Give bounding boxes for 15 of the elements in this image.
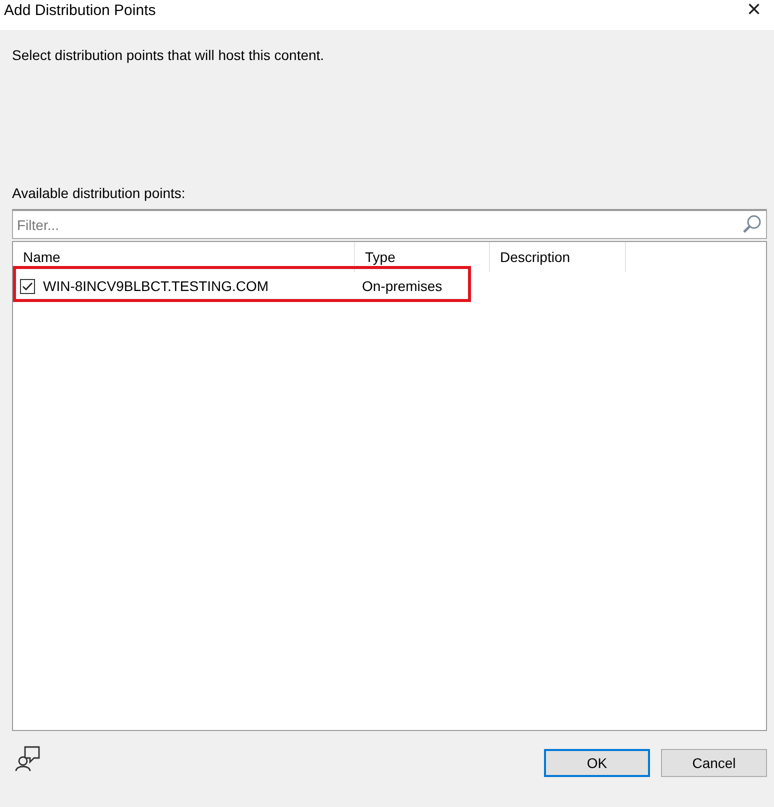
window-title: Add Distribution Points (4, 2, 156, 18)
filter-field[interactable]: Filter... (12, 209, 767, 239)
dialog-button[interactable]: OK (544, 749, 650, 777)
instruction-text: Select distribution points that will host this content. (12, 47, 326, 63)
list-label: Available distribution points: (12, 185, 186, 201)
checkbox[interactable] (20, 278, 35, 294)
column-header[interactable]: Type (355, 242, 490, 272)
table-cell: On-premises (362, 278, 442, 294)
table-cell: WIN-8INCV9BLBCT.TESTING.COM (43, 278, 269, 294)
column-header[interactable]: Name (13, 242, 355, 272)
dialog-button[interactable]: Cancel (661, 749, 767, 777)
close-button[interactable]: × (734, 0, 774, 25)
search-icon[interactable] (742, 214, 762, 234)
user-icon[interactable] (14, 745, 42, 773)
column-header[interactable]: Description (490, 242, 626, 272)
